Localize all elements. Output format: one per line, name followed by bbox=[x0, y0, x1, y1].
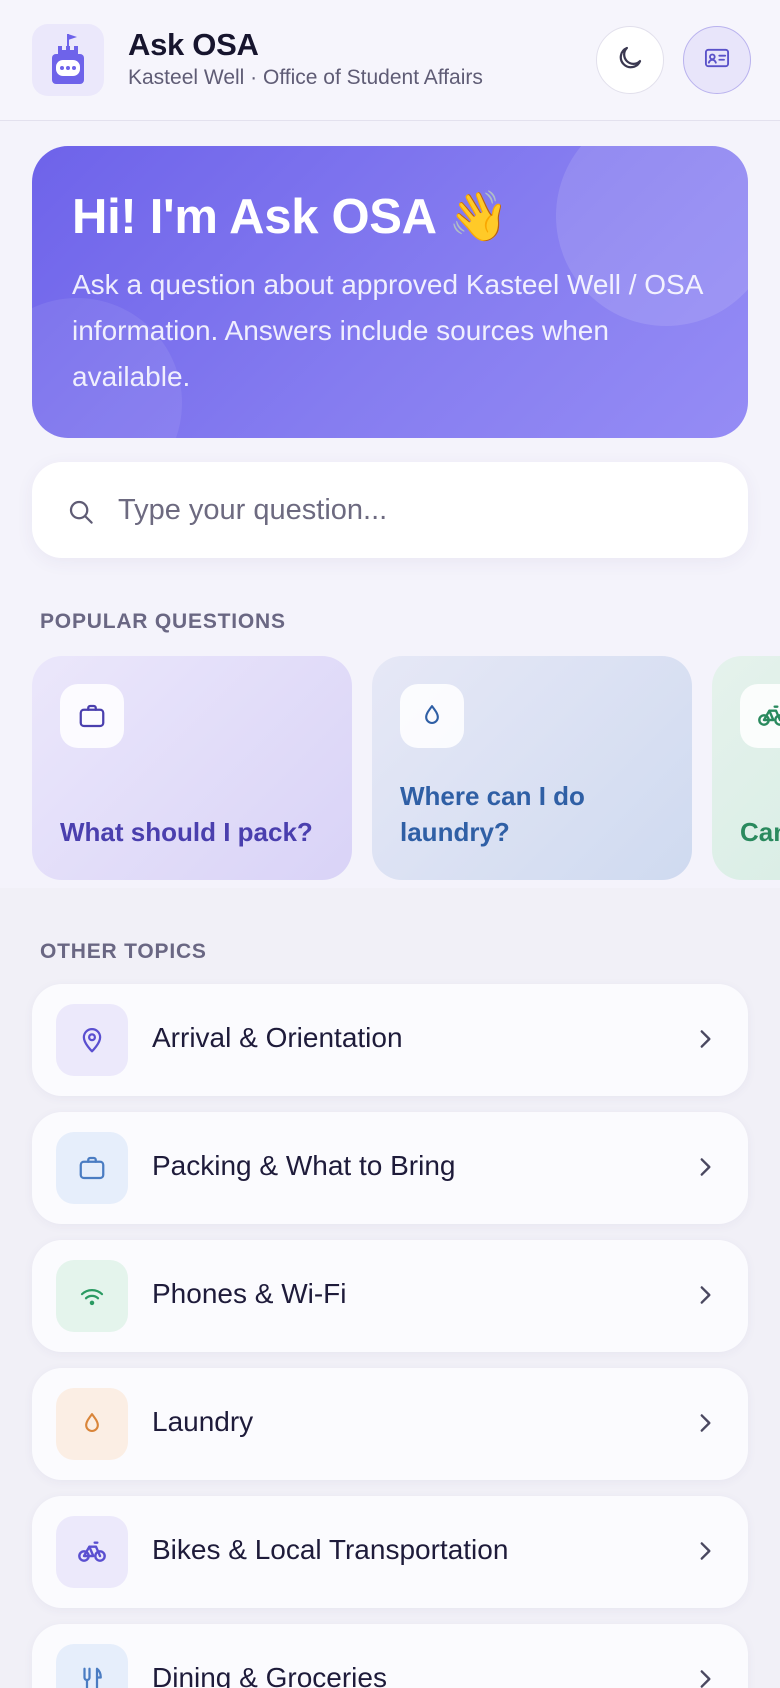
chevron-right-icon bbox=[692, 1410, 718, 1441]
popular-card-pack[interactable]: What should I pack? bbox=[32, 656, 352, 880]
bike-icon bbox=[740, 684, 780, 748]
utensils-icon bbox=[56, 1644, 128, 1688]
search-input[interactable] bbox=[118, 490, 718, 530]
app-subtitle: Kasteel Well · Office of Student Affairs bbox=[128, 66, 483, 89]
search-icon bbox=[66, 497, 96, 532]
popular-card-text: What should I pack? bbox=[60, 817, 313, 847]
chevron-right-icon bbox=[692, 1282, 718, 1313]
topic-dining-groceries[interactable]: Dining & Groceries bbox=[32, 1624, 748, 1688]
bike-icon bbox=[56, 1516, 128, 1588]
topic-arrival-orientation[interactable]: Arrival & Orientation bbox=[32, 984, 748, 1096]
topic-phones-wifi[interactable]: Phones & Wi-Fi bbox=[32, 1240, 748, 1352]
topic-label: Laundry bbox=[152, 1406, 254, 1437]
topic-label: Phones & Wi-Fi bbox=[152, 1278, 347, 1309]
hero-description: Ask a question about approved Kasteel We… bbox=[72, 269, 702, 392]
theme-toggle-button[interactable] bbox=[596, 26, 664, 94]
castle-chat-icon bbox=[32, 24, 104, 96]
chevron-right-icon bbox=[692, 1666, 718, 1688]
droplet-icon bbox=[56, 1388, 128, 1460]
wifi-icon bbox=[56, 1260, 128, 1332]
map-pin-icon bbox=[56, 1004, 128, 1076]
popular-questions-carousel[interactable]: What should I pack? Where can I do laund… bbox=[0, 640, 780, 890]
topic-label: Dining & Groceries bbox=[152, 1662, 387, 1688]
chevron-right-icon bbox=[692, 1026, 718, 1057]
topic-laundry[interactable]: Laundry bbox=[32, 1368, 748, 1480]
popular-questions-heading: POPULAR QUESTIONS bbox=[40, 610, 286, 633]
topic-label: Arrival & Orientation bbox=[152, 1022, 403, 1053]
id-card-button[interactable] bbox=[683, 26, 751, 94]
topic-bikes-transportation[interactable]: Bikes & Local Transportation bbox=[32, 1496, 748, 1608]
chevron-right-icon bbox=[692, 1538, 718, 1569]
hero-title: Hi! I'm Ask OSA 👋 bbox=[72, 190, 509, 244]
topic-label: Packing & What to Bring bbox=[152, 1150, 456, 1181]
moon-icon bbox=[615, 43, 645, 78]
briefcase-icon bbox=[56, 1132, 128, 1204]
droplet-icon bbox=[400, 684, 464, 748]
app-header: Ask OSA Kasteel Well · Office of Student… bbox=[0, 0, 780, 121]
app-title: Ask OSA bbox=[128, 27, 259, 62]
other-topics-heading: OTHER TOPICS bbox=[40, 940, 207, 963]
popular-card-text: Where can I do laundry? bbox=[400, 781, 585, 847]
popular-card-laundry[interactable]: Where can I do laundry? bbox=[372, 656, 692, 880]
topic-packing[interactable]: Packing & What to Bring bbox=[32, 1112, 748, 1224]
popular-card-bikes[interactable]: Can bbox=[712, 656, 780, 880]
id-card-icon bbox=[703, 44, 731, 77]
chevron-right-icon bbox=[692, 1154, 718, 1185]
popular-card-text: Can bbox=[740, 817, 780, 847]
briefcase-icon bbox=[60, 684, 124, 748]
welcome-hero: Hi! I'm Ask OSA 👋 Ask a question about a… bbox=[32, 146, 748, 438]
topic-label: Bikes & Local Transportation bbox=[152, 1534, 509, 1565]
